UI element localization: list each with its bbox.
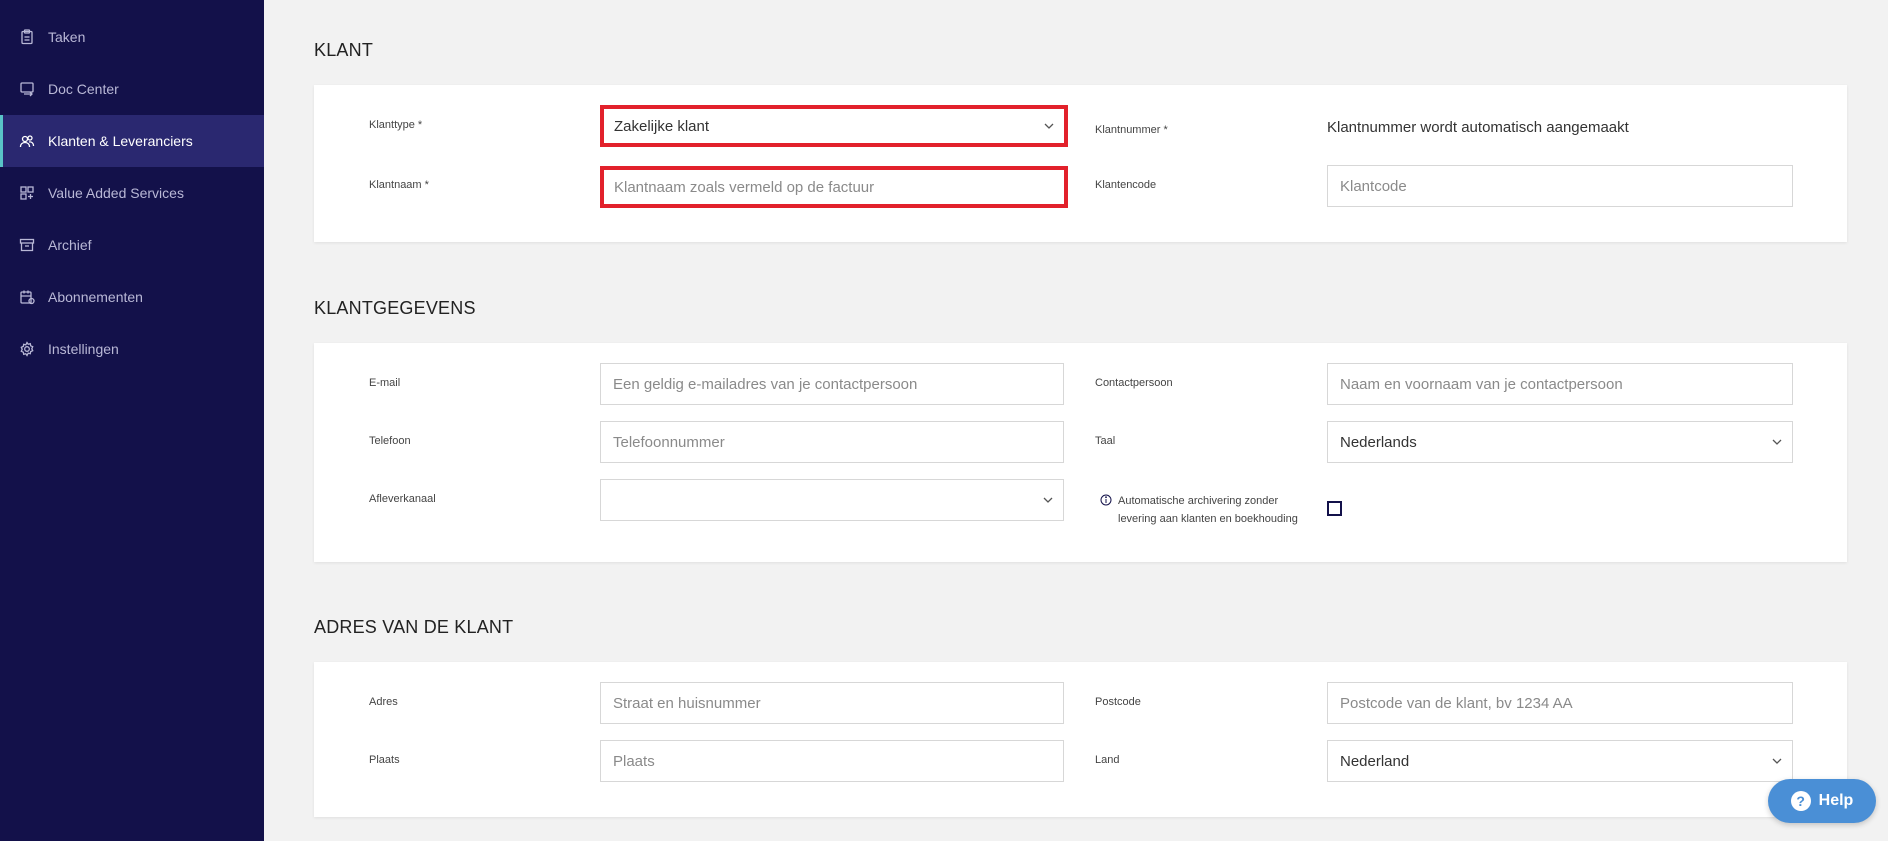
plaats-placeholder: Plaats — [613, 752, 655, 770]
sidebar-item-label: Doc Center — [48, 81, 119, 97]
sidebar-item-value-added-services[interactable]: Value Added Services — [0, 167, 264, 219]
clipboard-icon — [18, 28, 36, 46]
postcode-placeholder: Postcode van de klant, bv 1234 AA — [1340, 694, 1573, 712]
chevron-down-icon — [1043, 497, 1053, 503]
help-label: Help — [1818, 792, 1854, 809]
klantnaam-label: Klantnaam * — [369, 179, 429, 191]
archivering-info: Automatische archivering zonder levering… — [1100, 492, 1318, 528]
contactpersoon-placeholder: Naam en voornaam van je contactpersoon — [1340, 375, 1623, 393]
telefoon-label: Telefoon — [369, 435, 411, 447]
archivering-text: Automatische archivering zonder levering… — [1118, 495, 1298, 525]
grid-plus-icon — [18, 184, 36, 202]
email-label: E-mail — [369, 377, 401, 389]
sidebar: Taken Doc Center Klanten & Leveranciers … — [0, 0, 264, 841]
land-label: Land — [1095, 754, 1120, 766]
chevron-down-icon — [1772, 758, 1782, 764]
klantencode-label: Klantencode — [1095, 179, 1157, 191]
card-adres: Adres Straat en huisnummer Postcode Post… — [314, 662, 1847, 817]
klantencode-placeholder: Klantcode — [1340, 177, 1407, 195]
archive-icon — [18, 236, 36, 254]
contactpersoon-input[interactable]: Naam en voornaam van je contactpersoon — [1327, 363, 1793, 405]
sidebar-item-label: Abonnementen — [48, 289, 143, 305]
calendar-icon — [18, 288, 36, 306]
archivering-checkbox[interactable] — [1327, 501, 1342, 516]
chevron-down-icon — [1772, 439, 1782, 445]
sidebar-item-archief[interactable]: Archief — [0, 219, 264, 271]
adres-placeholder: Straat en huisnummer — [613, 694, 761, 712]
sidebar-item-klanten-leveranciers[interactable]: Klanten & Leveranciers — [0, 115, 264, 167]
telefoon-input[interactable]: Telefoonnummer — [600, 421, 1064, 463]
land-value: Nederland — [1340, 752, 1410, 770]
klantnaam-input[interactable]: Klantnaam zoals vermeld op de factuur — [600, 166, 1068, 208]
plaats-input[interactable]: Plaats — [600, 740, 1064, 782]
afleverkanaal-label: Afleverkanaal — [369, 493, 436, 505]
klantnummer-text: Klantnummer wordt automatisch aangemaakt — [1327, 119, 1629, 136]
taal-label: Taal — [1095, 435, 1116, 447]
sidebar-item-taken[interactable]: Taken — [0, 11, 264, 63]
klantnaam-placeholder: Klantnaam zoals vermeld op de factuur — [614, 178, 875, 196]
users-icon — [18, 132, 36, 150]
section-title-klantgegevens: KLANTGEGEVENS — [314, 298, 476, 318]
sidebar-item-label: Instellingen — [48, 341, 119, 357]
postcode-input[interactable]: Postcode van de klant, bv 1234 AA — [1327, 682, 1793, 724]
sidebar-item-abonnementen[interactable]: Abonnementen — [0, 271, 264, 323]
klantnummer-label: Klantnummer * — [1095, 124, 1168, 136]
card-klant: Klanttype * Zakelijke klant Klantnummer … — [314, 85, 1847, 242]
telefoon-placeholder: Telefoonnummer — [613, 433, 725, 451]
chevron-down-icon — [1044, 123, 1054, 129]
main-content: KLANT Klanttype * Zakelijke klant Klantn… — [264, 0, 1888, 841]
contactpersoon-label: Contactpersoon — [1095, 377, 1173, 389]
sidebar-item-label: Value Added Services — [48, 185, 184, 201]
question-icon: ? — [1790, 791, 1811, 811]
sidebar-item-label: Taken — [48, 29, 86, 45]
klantencode-input[interactable]: Klantcode — [1327, 165, 1793, 207]
sidebar-item-instellingen[interactable]: Instellingen — [0, 323, 264, 375]
postcode-label: Postcode — [1095, 696, 1141, 708]
klanttype-value: Zakelijke klant — [614, 117, 710, 135]
email-input[interactable]: Een geldig e-mailadres van je contactper… — [600, 363, 1064, 405]
sidebar-item-doc-center[interactable]: Doc Center — [0, 63, 264, 115]
taal-value: Nederlands — [1340, 433, 1417, 451]
adres-label: Adres — [369, 696, 398, 708]
card-klantgegevens: E-mail Een geldig e-mailadres van je con… — [314, 343, 1847, 562]
section-title-klant: KLANT — [314, 40, 374, 60]
help-button[interactable]: ? Help — [1768, 779, 1876, 823]
afleverkanaal-select[interactable] — [600, 479, 1064, 521]
sidebar-item-label: Archief — [48, 237, 92, 253]
doc-transfer-icon — [18, 80, 36, 98]
section-title-adres: ADRES VAN DE KLANT — [314, 617, 514, 637]
land-select[interactable]: Nederland — [1327, 740, 1793, 782]
klanttype-select[interactable]: Zakelijke klant — [600, 105, 1068, 147]
info-icon — [1100, 494, 1112, 506]
plaats-label: Plaats — [369, 754, 400, 766]
taal-select[interactable]: Nederlands — [1327, 421, 1793, 463]
adres-input[interactable]: Straat en huisnummer — [600, 682, 1064, 724]
sidebar-item-label: Klanten & Leveranciers — [48, 133, 193, 149]
gear-icon — [18, 340, 36, 358]
email-placeholder: Een geldig e-mailadres van je contactper… — [613, 375, 918, 393]
klanttype-label: Klanttype * — [369, 119, 423, 131]
